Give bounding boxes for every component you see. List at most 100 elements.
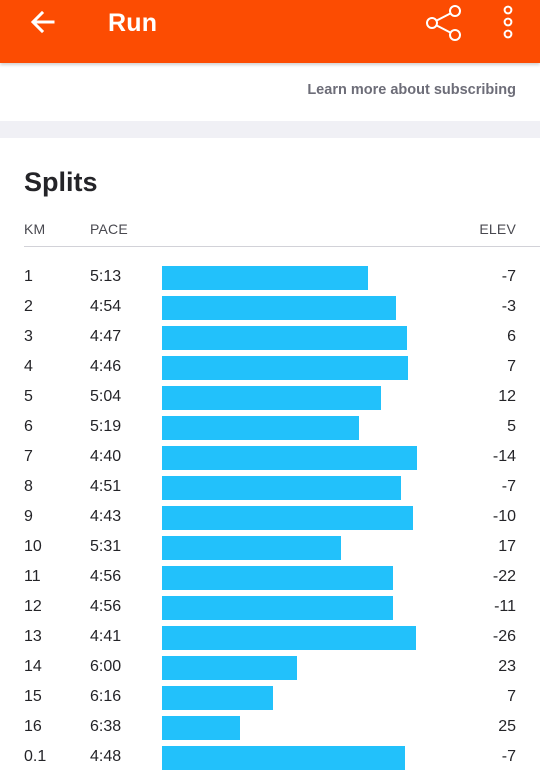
header-divider xyxy=(24,246,540,247)
more-vertical-icon xyxy=(503,5,513,39)
pace-bar xyxy=(162,266,368,290)
more-options-button[interactable] xyxy=(494,3,522,43)
split-pace: 6:38 xyxy=(90,718,122,735)
split-elev: -11 xyxy=(494,598,516,615)
split-elev: -7 xyxy=(501,268,516,285)
subscription-row: Learn more about subscribing xyxy=(0,63,540,121)
split-row: 4 4:46 7 xyxy=(0,353,540,383)
split-km: 5 xyxy=(24,388,33,405)
split-pace: 5:13 xyxy=(90,268,122,285)
split-elev: -7 xyxy=(501,748,516,765)
pace-bar xyxy=(162,386,381,410)
app-bar: Run xyxy=(0,0,540,63)
split-km: 11 xyxy=(24,568,41,585)
column-header-km: KM xyxy=(24,221,46,237)
pace-bar xyxy=(162,416,359,440)
split-row: 11 4:56 -22 xyxy=(0,563,540,593)
section-divider xyxy=(0,121,540,138)
split-km: 9 xyxy=(24,508,33,525)
split-pace: 4:41 xyxy=(90,628,122,645)
split-row: 10 5:31 17 xyxy=(0,533,540,563)
share-icon xyxy=(426,5,461,41)
pace-bar xyxy=(162,356,408,380)
split-elev: 25 xyxy=(498,718,516,735)
split-elev: -26 xyxy=(492,628,516,645)
split-elev: 17 xyxy=(498,538,516,555)
split-row: 1 5:13 -7 xyxy=(0,263,540,293)
split-km: 0.1 xyxy=(24,748,47,765)
split-elev: -10 xyxy=(492,508,516,525)
split-row: 9 4:43 -10 xyxy=(0,503,540,533)
split-pace: 6:00 xyxy=(90,658,122,675)
back-arrow-icon xyxy=(30,10,55,34)
split-row: 6 5:19 5 xyxy=(0,413,540,443)
pace-bar xyxy=(162,326,407,350)
split-km: 3 xyxy=(24,328,33,345)
split-elev: 23 xyxy=(498,658,516,675)
split-pace: 4:46 xyxy=(90,358,122,375)
split-pace: 5:19 xyxy=(90,418,122,435)
back-button[interactable] xyxy=(22,8,62,38)
split-row: 16 6:38 25 xyxy=(0,713,540,743)
split-row: 2 4:54 -3 xyxy=(0,293,540,323)
split-elev: 12 xyxy=(498,388,516,405)
split-km: 14 xyxy=(24,658,42,675)
split-row: 13 4:41 -26 xyxy=(0,623,540,653)
split-pace: 6:16 xyxy=(90,688,122,705)
split-km: 12 xyxy=(24,598,42,615)
column-header-pace: PACE xyxy=(90,221,128,237)
split-row: 14 6:00 23 xyxy=(0,653,540,683)
pace-bar xyxy=(162,506,413,530)
split-elev: 5 xyxy=(507,418,516,435)
pace-bar xyxy=(162,296,396,320)
split-km: 6 xyxy=(24,418,33,435)
pace-bar xyxy=(162,596,393,620)
split-pace: 5:31 xyxy=(90,538,122,555)
pace-bar xyxy=(162,476,401,500)
split-row: 0.1 4:48 -7 xyxy=(0,743,540,773)
split-row: 15 6:16 7 xyxy=(0,683,540,713)
split-elev: -3 xyxy=(501,298,516,315)
split-row: 5 5:04 12 xyxy=(0,383,540,413)
page-title: Run xyxy=(108,9,158,37)
pace-bar xyxy=(162,656,297,680)
share-button[interactable] xyxy=(422,2,466,44)
split-km: 13 xyxy=(24,628,42,645)
split-pace: 4:43 xyxy=(90,508,122,525)
pace-bar xyxy=(162,686,273,710)
split-row: 3 4:47 6 xyxy=(0,323,540,353)
split-pace: 4:54 xyxy=(90,298,122,315)
pace-bar xyxy=(162,536,341,560)
learn-more-subscribing-link[interactable]: Learn more about subscribing xyxy=(307,82,516,98)
split-row: 12 4:56 -11 xyxy=(0,593,540,623)
split-row: 8 4:51 -7 xyxy=(0,473,540,503)
split-elev: -22 xyxy=(492,568,516,585)
split-km: 8 xyxy=(24,478,33,495)
column-header-elev: ELEV xyxy=(479,221,516,237)
split-elev: -14 xyxy=(492,448,516,465)
split-elev: 7 xyxy=(507,688,516,705)
splits-title: Splits xyxy=(24,167,98,197)
pace-bar xyxy=(162,446,417,470)
pace-bar xyxy=(162,626,416,650)
pace-bar xyxy=(162,746,405,770)
split-km: 16 xyxy=(24,718,42,735)
split-pace: 4:56 xyxy=(90,568,122,585)
split-km: 7 xyxy=(24,448,33,465)
pace-bar xyxy=(162,716,240,740)
split-pace: 5:04 xyxy=(90,388,122,405)
pace-bar xyxy=(162,566,393,590)
split-km: 1 xyxy=(24,268,33,285)
split-row: 7 4:40 -14 xyxy=(0,443,540,473)
split-pace: 4:48 xyxy=(90,748,122,765)
split-elev: 6 xyxy=(507,328,516,345)
split-pace: 4:40 xyxy=(90,448,122,465)
split-km: 2 xyxy=(24,298,33,315)
split-elev: -7 xyxy=(501,478,516,495)
split-pace: 4:56 xyxy=(90,598,122,615)
split-km: 15 xyxy=(24,688,42,705)
split-elev: 7 xyxy=(507,358,516,375)
split-km: 10 xyxy=(24,538,42,555)
split-km: 4 xyxy=(24,358,33,375)
split-pace: 4:47 xyxy=(90,328,122,345)
